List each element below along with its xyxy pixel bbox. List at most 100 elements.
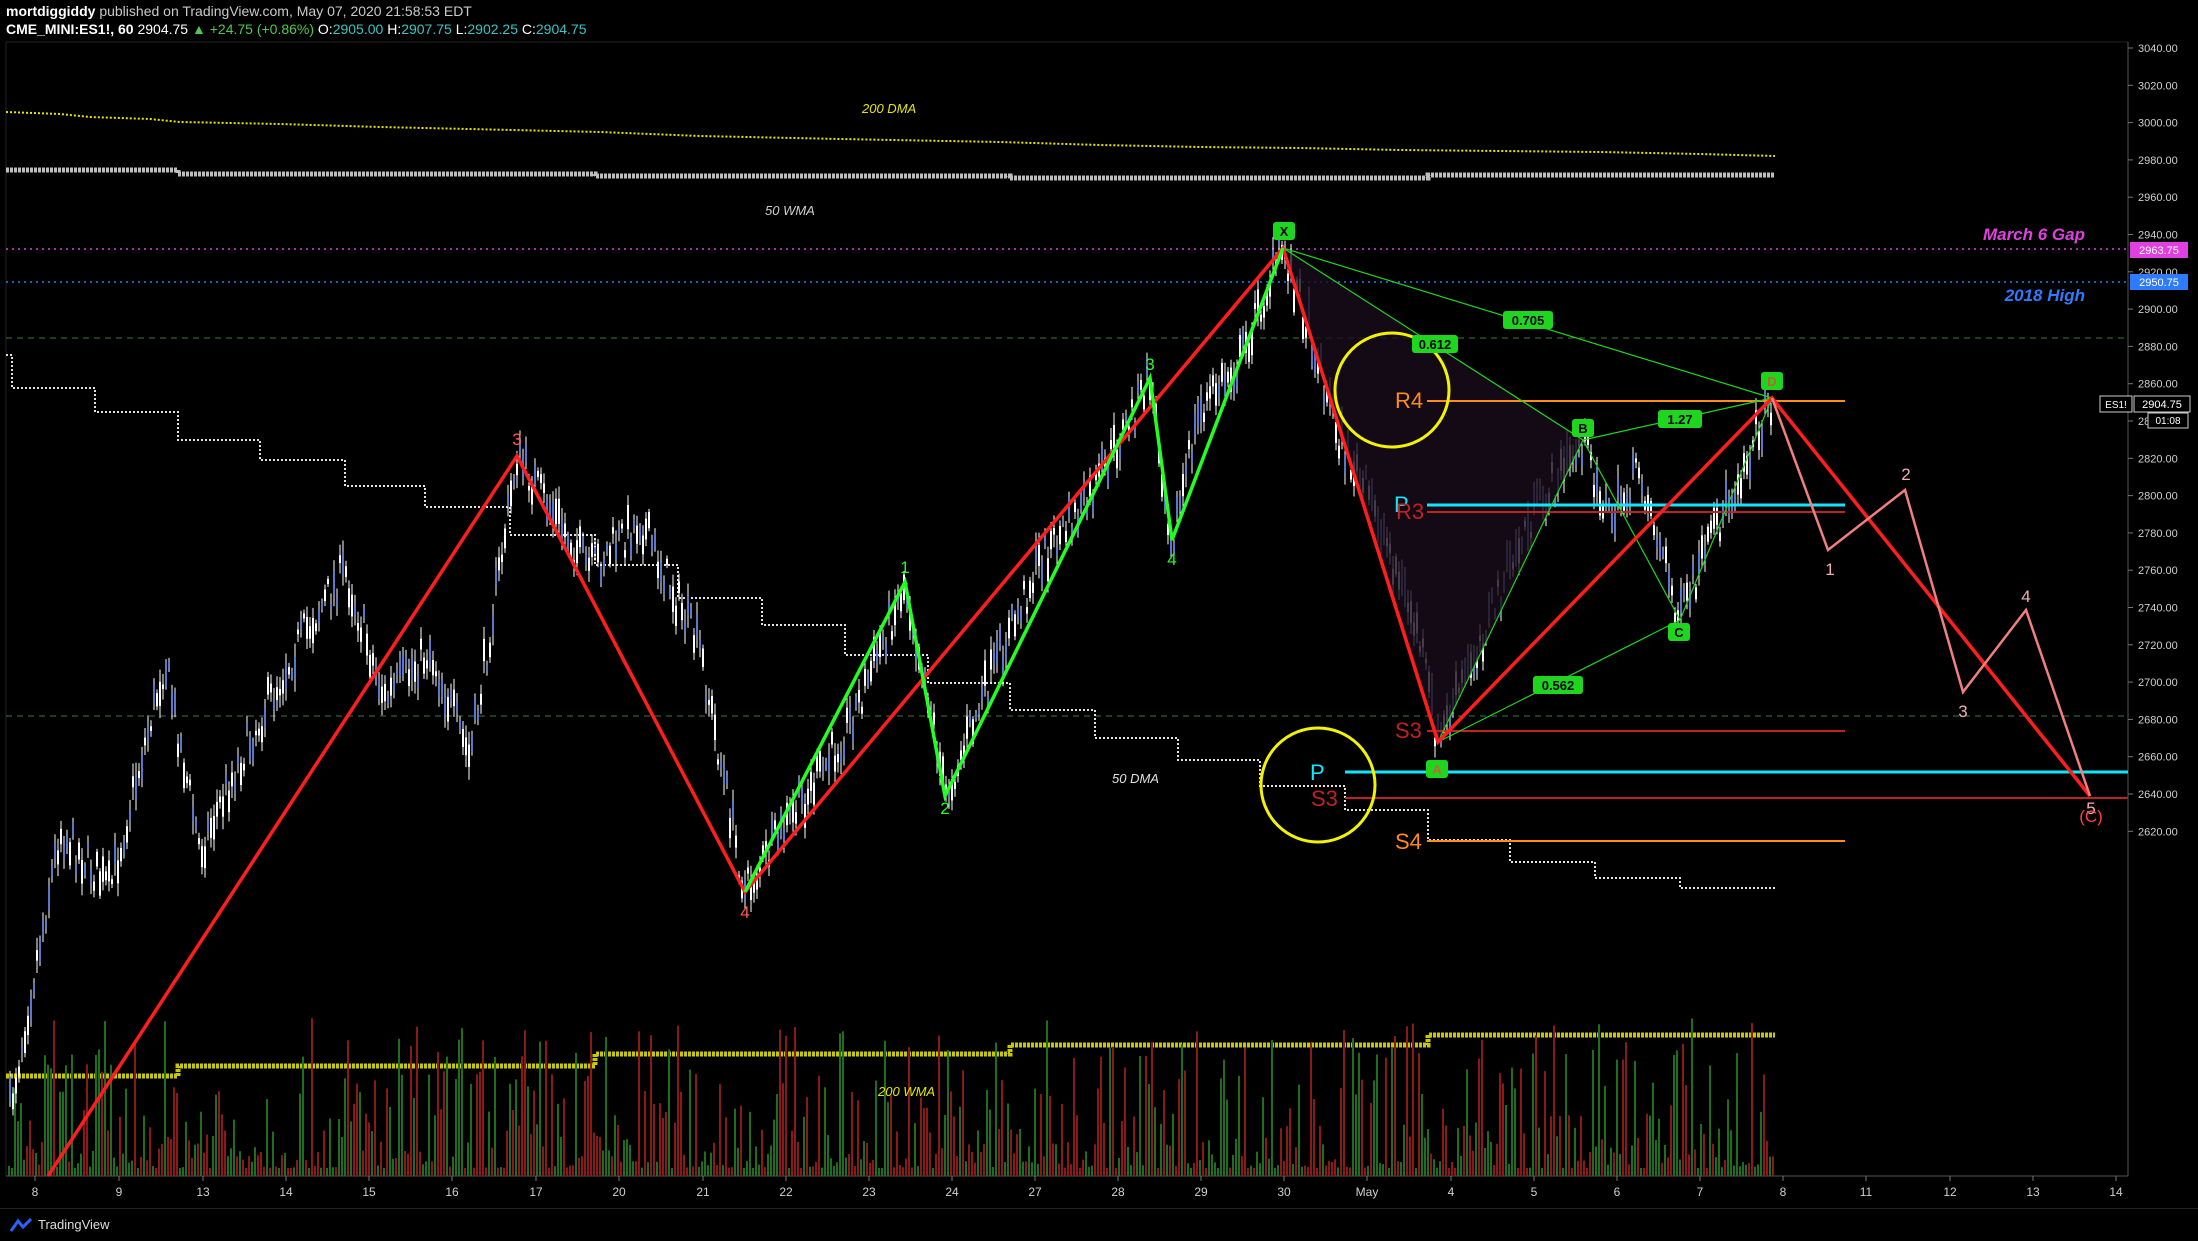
volume-bar <box>254 1147 256 1176</box>
volume-bar <box>1589 1151 1591 1176</box>
volume-bar <box>536 1124 538 1176</box>
volume-bar <box>1331 1162 1333 1176</box>
volume-bar <box>599 1137 601 1176</box>
candle-body <box>36 950 38 961</box>
march-gap-price-tag[interactable]: 2963.75 <box>2130 242 2188 258</box>
candle-body <box>990 649 992 670</box>
volume-bar <box>767 1153 769 1176</box>
volume-bar <box>1430 1153 1432 1176</box>
plot-area[interactable] <box>5 41 2129 1177</box>
volume-bar <box>863 1141 865 1176</box>
volume-bar <box>1418 1053 1420 1176</box>
volume-bar <box>644 1091 646 1176</box>
volume-bar <box>1532 1053 1534 1176</box>
candle-body <box>102 856 104 882</box>
volume-bar <box>836 1162 838 1176</box>
volume-bar <box>1448 1167 1450 1176</box>
candle-body <box>660 562 662 583</box>
candle-body <box>1041 561 1043 586</box>
volume-bar <box>506 1130 508 1176</box>
footer-bar: TradingView <box>0 1208 2198 1241</box>
pivot-r3-label: R3 <box>1396 499 1424 524</box>
badge-a[interactable]: A <box>1426 760 1448 778</box>
candle-body <box>288 667 290 675</box>
candle-body <box>180 736 182 750</box>
volume-bar <box>1718 1128 1720 1176</box>
volume-bar <box>653 1104 655 1176</box>
volume-bar <box>74 1167 76 1176</box>
candle-body <box>978 709 980 714</box>
volume-bar <box>965 1161 967 1176</box>
volume-bar <box>980 1151 982 1176</box>
badge-c[interactable]: C <box>1668 623 1690 641</box>
volume-bar <box>1043 1156 1045 1176</box>
candle-body <box>135 774 137 799</box>
volume-bar <box>1373 1080 1375 1176</box>
candle-body <box>438 679 440 699</box>
volume-bar <box>296 1160 298 1176</box>
badge-d[interactable]: D <box>1761 372 1783 390</box>
ratio-0705[interactable]: 0.705 <box>1503 311 1553 329</box>
volume-bar <box>95 1054 97 1176</box>
candle-body <box>1596 467 1598 494</box>
price-tick-label: 2760.00 <box>2138 565 2178 577</box>
tradingview-brand[interactable]: TradingView <box>10 1217 110 1232</box>
volume-bar <box>923 1108 925 1176</box>
volume-bar <box>476 1074 478 1176</box>
volume-bar <box>1184 1070 1186 1176</box>
volume-bar <box>689 1069 691 1176</box>
volume-bar <box>206 1134 208 1176</box>
volume-bar <box>41 1142 43 1176</box>
candle-body <box>816 755 818 772</box>
volume-bar <box>713 1142 715 1176</box>
price-chart[interactable]: X A B C D 0.612 0.705 1.27 0.562 R4 P R3… <box>0 0 2198 1208</box>
candle-body <box>1668 569 1670 592</box>
candle-body <box>1605 494 1607 501</box>
volume-bar <box>785 1035 787 1176</box>
volume-bar <box>1484 1148 1486 1176</box>
candle-body <box>891 631 893 640</box>
candle-body <box>1638 467 1640 479</box>
volume-bar <box>1262 1097 1264 1176</box>
ratio-127[interactable]: 1.27 <box>1658 410 1702 428</box>
price-tick-label: 2820.00 <box>2138 453 2178 465</box>
ratio-0612[interactable]: 0.612 <box>1412 335 1458 353</box>
candle-body <box>1227 371 1229 383</box>
candle-body <box>510 480 512 507</box>
candle-body <box>216 801 218 817</box>
candle-body <box>351 594 353 617</box>
volume-bar <box>1214 1162 1216 1176</box>
volume-bar <box>11 1167 13 1176</box>
candle-body <box>285 665 287 690</box>
candle-body <box>681 603 683 621</box>
candle-body <box>279 689 281 696</box>
volume-bar <box>245 1167 247 1176</box>
volume-bar <box>569 1165 571 1176</box>
volume-bar <box>1115 1167 1117 1176</box>
price-axis[interactable]: 3040.00 3020.00 3000.00 2980.00 2960.00 2940.… <box>2128 43 2178 838</box>
volume-bar <box>1466 1069 1468 1176</box>
volume-bar <box>1772 1156 1774 1176</box>
volume-bar <box>1478 1058 1480 1176</box>
volume-bar <box>32 1149 34 1176</box>
volume-bar <box>635 1161 637 1176</box>
volume-bar <box>191 1157 193 1176</box>
high-2018-price-tag[interactable]: 2950.75 <box>2130 274 2188 290</box>
volume-bar <box>674 1122 676 1176</box>
ratio-0562[interactable]: 0.562 <box>1533 676 1583 694</box>
volume-bar <box>50 1068 52 1176</box>
time-tick-label: 17 <box>529 1185 543 1199</box>
volume-bar <box>299 1093 301 1176</box>
volume-bar <box>893 1167 895 1176</box>
badge-b[interactable]: B <box>1572 419 1594 437</box>
volume-bar <box>551 1074 553 1176</box>
candle-body <box>204 846 206 869</box>
candle-body <box>270 683 272 693</box>
time-axis[interactable]: 8 9 13 14 15 16 17 20 21 22 23 24 27 28 29 30 May 4 5 6 7 8 11… <box>32 1176 2123 1199</box>
volume-bar <box>155 1168 157 1176</box>
candle-body <box>330 604 332 610</box>
volume-bar <box>773 1119 775 1176</box>
volume-bar <box>416 1026 418 1176</box>
volume-bar <box>1529 1167 1531 1176</box>
badge-x[interactable]: X <box>1273 222 1295 240</box>
